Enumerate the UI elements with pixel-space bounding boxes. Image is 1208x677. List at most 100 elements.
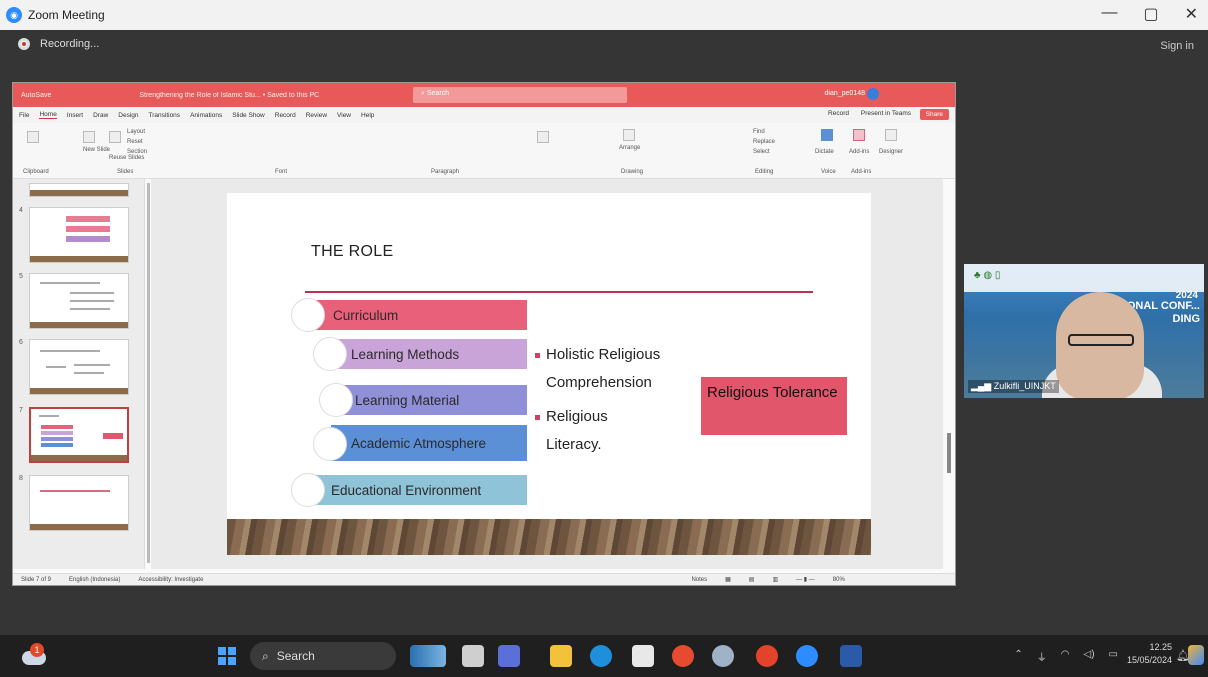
slide-thumbnail[interactable]: [29, 207, 129, 263]
menu-design[interactable]: Design: [118, 112, 138, 119]
slide-thumbnail[interactable]: [29, 339, 129, 395]
select-button[interactable]: Select: [753, 149, 770, 155]
settings-gear-icon[interactable]: [712, 645, 734, 667]
battery-icon[interactable]: ▭: [1109, 649, 1118, 664]
wifi-icon[interactable]: ◠: [1061, 649, 1070, 664]
recording-indicator[interactable]: Recording...: [18, 38, 99, 50]
participant-video-tile[interactable]: ♣ ◍ ▯ 2024 GRADU... ONAL CONF... DING ▂▄…: [964, 264, 1204, 398]
menu-slide-show[interactable]: Slide Show: [232, 112, 265, 119]
reuse-slides-label[interactable]: Reuse Slides: [109, 155, 144, 161]
present-in-teams-button[interactable]: Present in Teams: [861, 110, 911, 117]
share-button[interactable]: Share: [919, 109, 949, 120]
menu-insert[interactable]: Insert: [67, 112, 83, 119]
menu-draw[interactable]: Draw: [93, 112, 108, 119]
edge-browser-icon[interactable]: [590, 645, 612, 667]
user-avatar[interactable]: [867, 88, 879, 100]
autosave-toggle[interactable]: AutoSave: [21, 92, 51, 99]
powerpoint-window: AutoSave Strengthening the Role of Islam…: [12, 82, 956, 586]
store-icon[interactable]: [632, 645, 654, 667]
slide-thumbnail[interactable]: [29, 273, 129, 329]
role-bullet-circle: [313, 337, 347, 371]
menu-home[interactable]: Home: [39, 111, 57, 119]
weather-widget[interactable]: 1: [22, 643, 48, 669]
menu-review[interactable]: Review: [306, 112, 327, 119]
powerpoint-icon[interactable]: [756, 645, 778, 667]
ribbon-group-font: Font: [275, 169, 288, 175]
role-bullet-circle: [291, 298, 325, 332]
clock[interactable]: 12.25 15/05/2024: [1127, 641, 1172, 667]
annotate-pen-icon[interactable]: ✎: [21, 585, 59, 586]
file-explorer-icon[interactable]: [550, 645, 572, 667]
designer-button[interactable]: Designer: [879, 149, 903, 155]
current-slide[interactable]: THE ROLE Curriculum Learning Methods Lea…: [227, 193, 871, 555]
reuse-slides-icon[interactable]: [109, 131, 121, 143]
participant-name-text: Zulkifli_UINJKT: [993, 381, 1056, 391]
replace-button[interactable]: Replace: [753, 139, 775, 145]
slide-scrollbar[interactable]: [947, 433, 951, 473]
layout-button[interactable]: Layout: [127, 129, 145, 135]
slide-canvas: THE ROLE Curriculum Learning Methods Lea…: [151, 179, 943, 569]
video-header: ♣ ◍ ▯: [964, 264, 1204, 292]
find-button[interactable]: Find: [753, 129, 765, 135]
zoom-level[interactable]: 80%: [833, 577, 845, 583]
record-button[interactable]: Record: [828, 110, 849, 117]
menu-view[interactable]: View: [337, 112, 351, 119]
start-button[interactable]: [218, 647, 236, 665]
campus-logo-icon: ♣ ◍ ▯: [974, 270, 1001, 281]
teams-icon[interactable]: [498, 645, 520, 667]
paste-icon[interactable]: [27, 131, 39, 143]
add-ins-icon[interactable]: [853, 129, 865, 141]
menu-record[interactable]: Record: [275, 112, 296, 119]
menu-transitions[interactable]: Transitions: [149, 112, 181, 119]
ribbon-group-slides: Slides: [117, 169, 134, 175]
ppt-search-box[interactable]: ⌕ Search: [413, 87, 627, 103]
slide-thumbnail-selected[interactable]: [29, 407, 129, 463]
dictate-microphone-icon[interactable]: [821, 129, 833, 141]
chevron-up-icon[interactable]: ⌃: [1014, 649, 1022, 664]
accessibility-status[interactable]: Accessibility: Investigate: [138, 577, 203, 583]
ribbon-group-voice: Voice: [821, 169, 836, 175]
section-button[interactable]: Section: [127, 149, 147, 155]
menu-animations[interactable]: Animations: [190, 112, 222, 119]
add-ins-button[interactable]: Add-ins: [849, 149, 869, 155]
system-tray: ⌃ ⏚ ◠ ◁) ▭: [1014, 649, 1118, 664]
shapes-gallery-icon[interactable]: [537, 131, 549, 143]
usb-icon[interactable]: ⏚: [1037, 649, 1047, 664]
reading-view-icon[interactable]: ▥: [772, 576, 778, 583]
slide-thumbnail[interactable]: [29, 183, 129, 197]
task-view-icon[interactable]: [462, 645, 484, 667]
bullet-list: Holistic Religious Comprehension Religio…: [535, 341, 660, 459]
maximize-button[interactable]: ▢: [1143, 4, 1158, 24]
arrange-button[interactable]: Arrange: [619, 145, 640, 151]
weather-badge: 1: [30, 643, 44, 657]
language-status[interactable]: English (Indonesia): [69, 577, 120, 583]
menu-help[interactable]: Help: [361, 112, 374, 119]
thumbnails-scrollbar[interactable]: [147, 183, 150, 563]
new-slide-label[interactable]: New Slide: [83, 147, 110, 153]
normal-view-icon[interactable]: ▦: [725, 576, 731, 583]
zoom-slider[interactable]: — ▮ —: [796, 576, 815, 583]
ppt-user-name[interactable]: dian_pe0148: [825, 90, 866, 97]
copilot-icon[interactable]: [1188, 645, 1204, 665]
widgets-icon[interactable]: [410, 645, 446, 667]
close-button[interactable]: ✕: [1185, 4, 1198, 24]
notes-button[interactable]: Notes: [691, 577, 707, 583]
word-icon[interactable]: [840, 645, 862, 667]
reset-button[interactable]: Reset: [127, 139, 143, 145]
ribbon-group-editing: Editing: [755, 169, 774, 175]
sign-in-link[interactable]: Sign in: [1160, 40, 1194, 52]
menu-file[interactable]: File: [19, 112, 29, 119]
taskbar-search[interactable]: ⌕ Search: [250, 642, 396, 670]
thumbnail-number: 8: [19, 475, 23, 482]
chrome-icon[interactable]: [672, 645, 694, 667]
dictate-button[interactable]: Dictate: [815, 149, 834, 155]
designer-icon[interactable]: [885, 129, 897, 141]
volume-icon[interactable]: ◁): [1084, 649, 1095, 664]
arrange-icon[interactable]: [623, 129, 635, 141]
sorter-view-icon[interactable]: ▤: [749, 576, 755, 583]
zoom-app-icon[interactable]: [796, 645, 818, 667]
new-slide-icon[interactable]: [83, 131, 95, 143]
slide-thumbnail[interactable]: [29, 475, 129, 531]
ppt-status-bar: Slide 7 of 9 English (Indonesia) Accessi…: [13, 573, 955, 585]
minimize-button[interactable]: —: [1101, 4, 1117, 24]
